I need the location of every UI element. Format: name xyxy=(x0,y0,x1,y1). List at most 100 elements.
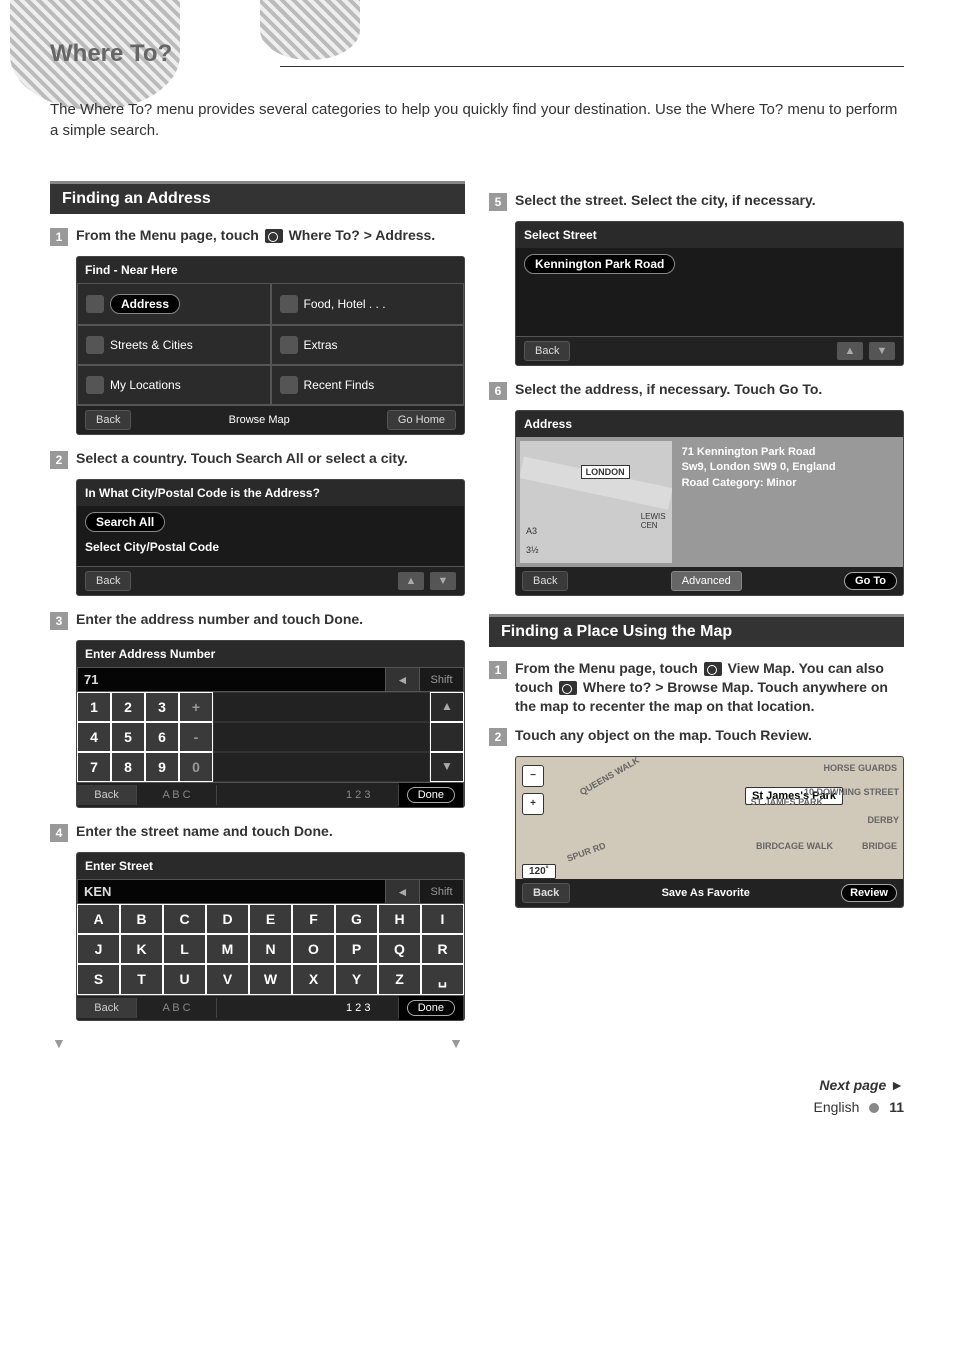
alpha-key-L[interactable]: L xyxy=(163,934,206,964)
extras-cell[interactable]: Extras xyxy=(271,325,465,365)
alpha-key-W[interactable]: W xyxy=(249,964,292,995)
alpha-key-T[interactable]: T xyxy=(120,964,163,995)
shift-key[interactable]: Shift xyxy=(419,668,463,691)
city-select-screenshot: In What City/Postal Code is the Address?… xyxy=(76,479,465,596)
footer-dot-icon xyxy=(869,1103,879,1113)
num-kb-arrow-down-icon[interactable]: ▼ xyxy=(430,752,464,782)
alpha-key-Y[interactable]: Y xyxy=(335,964,378,995)
num-key--[interactable]: - xyxy=(179,722,213,752)
review-button[interactable]: Review xyxy=(841,884,897,902)
alpha-key-B[interactable]: B xyxy=(120,904,163,934)
alpha-key-grid: ABCDEFGHI JKLMNOPQR STUVWXYZ␣ xyxy=(77,904,464,995)
alpha-kb-123[interactable]: 1 2 3 xyxy=(319,998,399,1018)
alpha-key-S[interactable]: S xyxy=(77,964,120,995)
alpha-key-E[interactable]: E xyxy=(249,904,292,934)
num-key-6[interactable]: 6 xyxy=(145,722,179,752)
view-map-icon xyxy=(704,662,722,676)
street-scroll-down-icon[interactable]: ▼ xyxy=(869,342,895,360)
num-kb-spacer xyxy=(213,692,430,722)
browse-map-canvas[interactable]: − + St James's Park QUEENS WALK ST JAMES… xyxy=(516,757,903,907)
street-input[interactable]: KEN xyxy=(78,880,385,903)
browse-back-button[interactable]: Back xyxy=(522,883,570,903)
alpha-key-O[interactable]: O xyxy=(292,934,335,964)
advanced-button[interactable]: Advanced xyxy=(671,571,742,591)
num-kb-abc[interactable]: A B C xyxy=(137,785,217,805)
alpha-key-U[interactable]: U xyxy=(163,964,206,995)
intro-paragraph: The Where To? menu provides several cate… xyxy=(50,99,904,141)
alpha-key-R[interactable]: R xyxy=(421,934,464,964)
select-street-back[interactable]: Back xyxy=(524,341,570,361)
alpha-key-V[interactable]: V xyxy=(206,964,249,995)
zoom-out-button[interactable]: − xyxy=(522,765,544,787)
alpha-kb-back[interactable]: Back xyxy=(77,998,137,1018)
alpha-kb-abc[interactable]: A B C xyxy=(137,998,217,1018)
street-scroll-up-icon[interactable]: ▲ xyxy=(837,342,863,360)
browse-map-button[interactable]: Browse Map xyxy=(229,414,290,426)
go-home-button[interactable]: Go Home xyxy=(387,410,456,430)
num-kb-done[interactable]: Done xyxy=(399,783,464,807)
alpha-key-N[interactable]: N xyxy=(249,934,292,964)
num-key-8[interactable]: 8 xyxy=(111,752,145,782)
scroll-down-icon[interactable]: ▼ xyxy=(430,572,456,590)
step-m1-text: From the Menu page, touch View Map. You … xyxy=(515,659,904,716)
backspace-icon[interactable]: ◄ xyxy=(385,668,419,691)
zoom-in-button[interactable]: + xyxy=(522,793,544,815)
map-pin-london: LONDON xyxy=(581,465,630,479)
alpha-key-G[interactable]: G xyxy=(335,904,378,934)
num-key-5[interactable]: 5 xyxy=(111,722,145,752)
num-key-7[interactable]: 7 xyxy=(77,752,111,782)
alpha-key-␣[interactable]: ␣ xyxy=(421,964,464,995)
recent-finds-cell[interactable]: Recent Finds xyxy=(271,365,465,405)
addr-back-button[interactable]: Back xyxy=(522,571,568,591)
find-near-here-title: Find - Near Here xyxy=(77,257,464,283)
num-kb-back[interactable]: Back xyxy=(77,785,137,805)
alpha-key-P[interactable]: P xyxy=(335,934,378,964)
num-kb-123[interactable]: 1 2 3 xyxy=(319,785,399,805)
go-to-button[interactable]: Go To xyxy=(844,572,897,590)
alpha-key-Q[interactable]: Q xyxy=(378,934,421,964)
alpha-key-C[interactable]: C xyxy=(163,904,206,934)
step-1-text: From the Menu page, touch Where To? > Ad… xyxy=(76,226,435,246)
alpha-key-M[interactable]: M xyxy=(206,934,249,964)
num-key-9[interactable]: 9 xyxy=(145,752,179,782)
alpha-key-J[interactable]: J xyxy=(77,934,120,964)
step-2-text: Select a country. Touch Search All or se… xyxy=(76,449,408,469)
num-key-+[interactable]: + xyxy=(179,692,213,722)
mini-map[interactable]: LONDON A3 3½ LEWISCEN xyxy=(520,441,672,563)
city-back-button[interactable]: Back xyxy=(85,571,131,591)
streets-cities-cell[interactable]: Streets & Cities xyxy=(77,325,271,365)
search-all-button[interactable]: Search All xyxy=(85,512,165,532)
num-kb-arrow-up-icon[interactable]: ▲ xyxy=(430,692,464,722)
alpha-backspace-icon[interactable]: ◄ xyxy=(385,880,419,903)
food-hotel-cell[interactable]: Food, Hotel . . . xyxy=(271,283,465,325)
alpha-keyboard-screenshot: Enter Street KEN ◄ Shift ABCDEFGHIJKLMNO… xyxy=(76,852,465,1021)
alpha-key-K[interactable]: K xyxy=(120,934,163,964)
street-result[interactable]: Kennington Park Road xyxy=(524,254,675,274)
back-button[interactable]: Back xyxy=(85,410,131,430)
alpha-key-A[interactable]: A xyxy=(77,904,120,934)
num-key-3[interactable]: 3 xyxy=(145,692,179,722)
save-favorite-button[interactable]: Save As Favorite xyxy=(570,887,841,899)
step-6-badge: 6 xyxy=(489,382,507,400)
num-key-0[interactable]: 0 xyxy=(179,752,213,782)
city-select-title: In What City/Postal Code is the Address? xyxy=(77,480,464,506)
alpha-key-F[interactable]: F xyxy=(292,904,335,934)
address-cell[interactable]: Address xyxy=(77,283,271,325)
alpha-key-Z[interactable]: Z xyxy=(378,964,421,995)
my-locations-cell[interactable]: My Locations xyxy=(77,365,271,405)
alpha-shift-key[interactable]: Shift xyxy=(419,880,463,903)
address-result-screenshot: Address LONDON A3 3½ LEWISCEN 71 Kenning… xyxy=(515,410,904,596)
scroll-up-icon[interactable]: ▲ xyxy=(398,572,424,590)
recent-icon xyxy=(280,376,298,394)
num-key-2[interactable]: 2 xyxy=(111,692,145,722)
alpha-key-I[interactable]: I xyxy=(421,904,464,934)
num-key-4[interactable]: 4 xyxy=(77,722,111,752)
alpha-key-X[interactable]: X xyxy=(292,964,335,995)
alpha-key-H[interactable]: H xyxy=(378,904,421,934)
alpha-kb-done[interactable]: Done xyxy=(399,996,464,1020)
select-city-row[interactable]: Select City/Postal Code xyxy=(85,540,219,554)
address-number-input[interactable]: 71 xyxy=(78,668,385,691)
alpha-key-D[interactable]: D xyxy=(206,904,249,934)
streets-icon xyxy=(86,336,104,354)
num-key-1[interactable]: 1 xyxy=(77,692,111,722)
